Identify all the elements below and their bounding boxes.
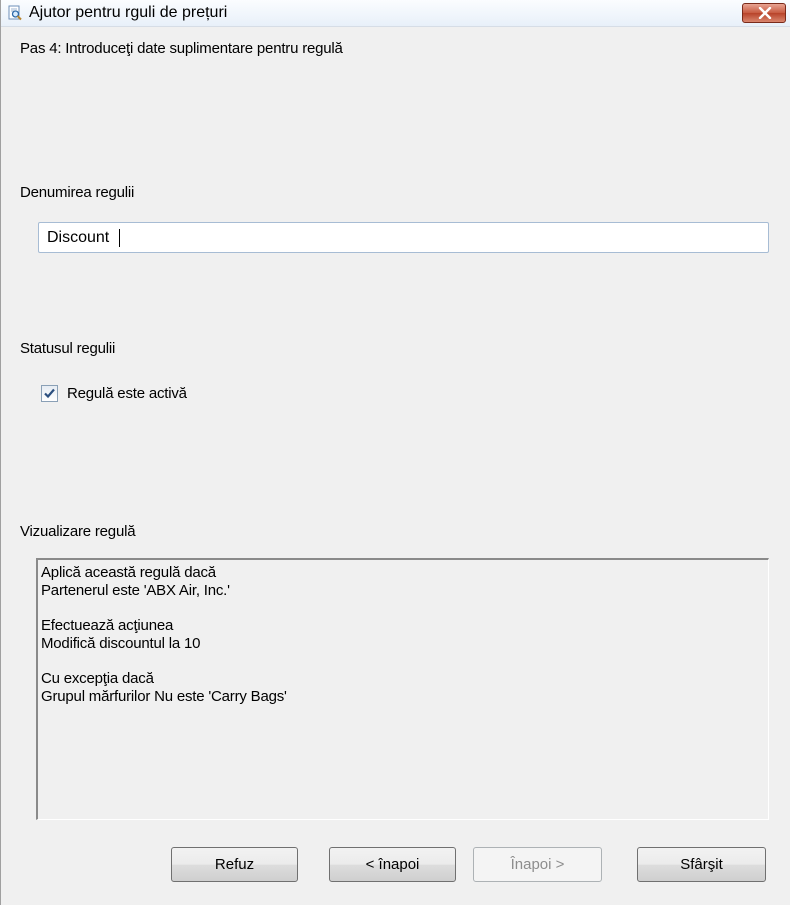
pricing-rule-wizard-window: Ajutor pentru rguli de prețuri Pas 4: In…: [0, 0, 790, 905]
next-button[interactable]: Înapoi >: [473, 847, 602, 882]
preview-line: Efectuează acţiunea: [41, 617, 174, 634]
preview-line: Grupul mărfurilor Nu este 'Carry Bags': [41, 688, 287, 705]
finish-button[interactable]: Sfârşit: [637, 847, 766, 882]
preview-blank-line: [41, 600, 768, 617]
rule-preview-box[interactable]: Aplică această regulă dacă Partenerul es…: [36, 558, 769, 820]
preview-blank-line: [41, 653, 768, 670]
preview-line: Partenerul este 'ABX Air, Inc.': [41, 582, 230, 599]
rule-name-label: Denumirea regulii: [20, 184, 135, 201]
rule-active-checkbox-label[interactable]: Regulă este activă: [67, 385, 187, 402]
preview-line: Aplică această regulă dacă: [41, 564, 216, 581]
close-button[interactable]: [742, 3, 786, 23]
rule-name-input[interactable]: [38, 222, 769, 253]
wizard-magnifier-icon: [7, 5, 23, 21]
back-button[interactable]: < înapoi: [329, 847, 456, 882]
rule-status-label: Statusul regulii: [20, 340, 116, 357]
text-caret: [119, 229, 120, 247]
rule-preview-label: Vizualizare regulă: [20, 523, 136, 540]
title-bar[interactable]: Ajutor pentru rguli de prețuri: [1, 0, 790, 27]
rule-active-checkbox[interactable]: [41, 385, 58, 402]
cancel-button[interactable]: Refuz: [171, 847, 298, 882]
preview-line: Modifică discountul la 10: [41, 635, 201, 652]
step-heading: Pas 4: Introduceţi date suplimentare pen…: [20, 40, 343, 57]
window-title: Ajutor pentru rguli de prețuri: [29, 4, 228, 21]
preview-line: Cu excepţia dacă: [41, 670, 154, 687]
